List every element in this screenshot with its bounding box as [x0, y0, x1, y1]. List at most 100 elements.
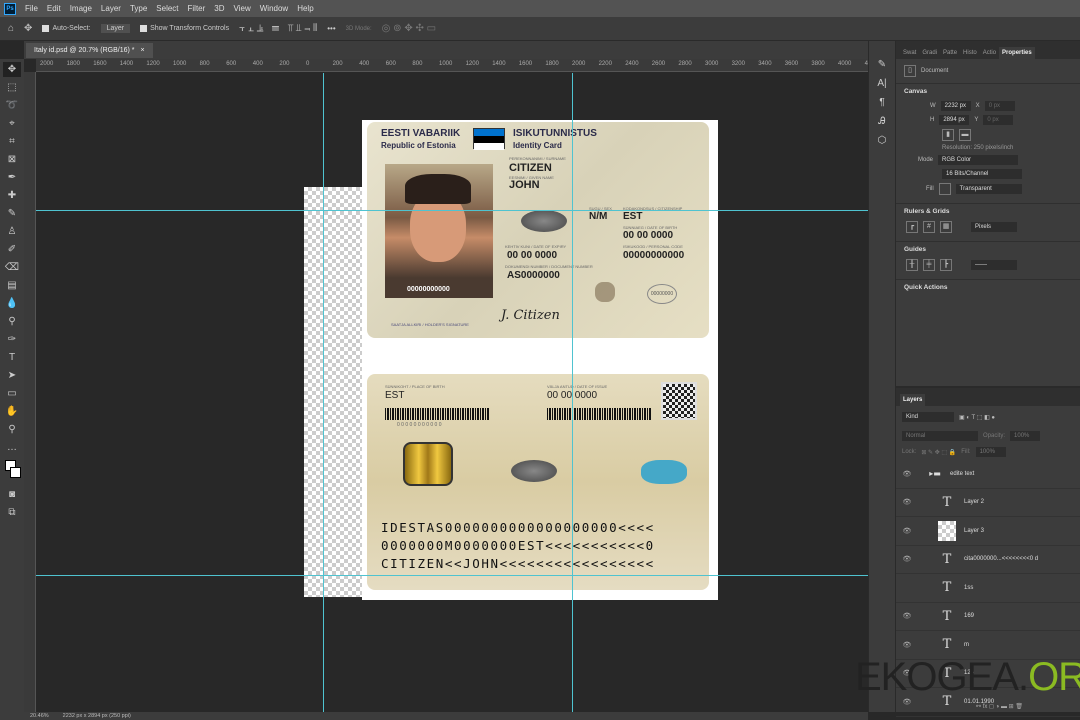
menu-file[interactable]: File [25, 4, 38, 13]
fill-field[interactable]: 100% [975, 447, 1006, 457]
layer-row[interactable]: 👁 T Layer 2 [896, 489, 1080, 517]
guides-icon[interactable]: ╫ [906, 259, 918, 271]
tab-history[interactable]: Histo [960, 47, 980, 59]
menu-type[interactable]: Type [130, 4, 147, 13]
fill-swatch[interactable] [938, 183, 951, 195]
layer-row[interactable]: T 1ss [896, 574, 1080, 603]
tab-swatches[interactable]: Swat [900, 47, 919, 59]
filter-icons[interactable]: ▣ ◐ T ⬚ ◧ ● [959, 414, 995, 421]
tab-layers[interactable]: Layers [900, 394, 926, 406]
blend-mode-dropdown[interactable]: Normal [902, 431, 978, 441]
brush-tool-icon[interactable]: ✎ [3, 206, 21, 221]
menu-layer[interactable]: Layer [101, 4, 121, 13]
visibility-eye-icon[interactable]: 👁 [896, 527, 918, 535]
guide-vertical[interactable] [323, 73, 324, 712]
history-brush-icon[interactable]: ✐ [3, 242, 21, 257]
blur-tool-icon[interactable]: 💧 [3, 296, 21, 311]
menu-3d[interactable]: 3D [214, 4, 224, 13]
align-icons[interactable]: ⫟ ⫠ ⫡ ☰ ⫪ ⫫ ⫬ ⫴ [239, 23, 317, 34]
quick-mask-icon[interactable]: ◙ [3, 487, 21, 502]
character-icon[interactable]: A| [877, 78, 886, 89]
guide-horizontal[interactable] [36, 575, 868, 576]
3d-icon[interactable]: ⬡ [878, 135, 887, 146]
gradient-tool-icon[interactable]: ▤ [3, 278, 21, 293]
quick-select-tool-icon[interactable]: ⌖ [3, 116, 21, 131]
height-field[interactable]: 2894 px [939, 115, 970, 125]
menu-filter[interactable]: Filter [188, 4, 206, 13]
menu-help[interactable]: Help [297, 4, 313, 13]
canvas-section[interactable]: Canvas [896, 83, 1080, 99]
menu-image[interactable]: Image [70, 4, 92, 13]
fill-dropdown[interactable]: Transparent [955, 184, 1022, 194]
zoom-tool-icon[interactable]: ⚲ [3, 422, 21, 437]
lock-icons[interactable]: ⊠ ✎ ✥ ⬚ 🔒 [921, 449, 956, 456]
portrait-icon[interactable]: ▮ [942, 129, 954, 141]
menu-view[interactable]: View [234, 4, 251, 13]
more-options-button[interactable]: ••• [327, 24, 335, 33]
screen-mode-icon[interactable]: ⧉ [3, 505, 21, 520]
glyphs-icon[interactable]: Ꭿ [878, 116, 885, 127]
hand-tool-icon[interactable]: ✋ [3, 404, 21, 419]
visibility-eye-icon[interactable]: 👁 [896, 470, 918, 478]
eraser-tool-icon[interactable]: ⌫ [3, 260, 21, 275]
guides-section[interactable]: Guides [896, 241, 1080, 257]
layer-row[interactable]: 👁 ▸▬ edite text [896, 460, 1080, 489]
crop-tool-icon[interactable]: ⌗ [3, 134, 21, 149]
clone-stamp-icon[interactable]: ♙ [3, 224, 21, 239]
grid-icon[interactable]: # [923, 221, 935, 233]
menu-window[interactable]: Window [260, 4, 288, 13]
type-tool-icon[interactable]: T [3, 350, 21, 365]
lasso-tool-icon[interactable]: ➰ [3, 98, 21, 113]
marquee-tool-icon[interactable]: ⬚ [3, 80, 21, 95]
layer-row[interactable]: 👁 Layer 3 [896, 517, 1080, 546]
auto-select-checkbox[interactable]: Auto-Select: [42, 25, 91, 32]
layer-row[interactable]: 👁 Tcita0000000...<<<<<<<<0 d [896, 546, 1080, 574]
ruler-icon[interactable]: ┏ [906, 221, 918, 233]
bit-depth-dropdown[interactable]: 16 Bits/Channel [942, 169, 1022, 179]
units-dropdown[interactable]: Pixels [971, 222, 1017, 232]
eyedropper-tool-icon[interactable]: ✒ [3, 170, 21, 185]
brush-settings-icon[interactable]: ✎ [878, 59, 886, 70]
show-transform-checkbox[interactable]: Show Transform Controls [140, 25, 229, 32]
path-select-icon[interactable]: ➤ [3, 368, 21, 383]
width-field[interactable]: 2232 px [940, 101, 971, 111]
dodge-tool-icon[interactable]: ⚲ [3, 314, 21, 329]
frame-tool-icon[interactable]: ⊠ [3, 152, 21, 167]
x-field[interactable]: 0 px [984, 101, 1015, 111]
paragraph-icon[interactable]: ¶ [879, 97, 884, 108]
y-field[interactable]: 0 px [983, 115, 1014, 125]
rectangle-tool-icon[interactable]: ▭ [3, 386, 21, 401]
visibility-eye-icon[interactable]: 👁 [896, 641, 918, 649]
pixel-grid-icon[interactable]: ▦ [940, 221, 952, 233]
move-tool-icon[interactable]: ✥ [3, 62, 21, 77]
zoom-level[interactable]: 20.46% [30, 713, 49, 719]
kind-filter[interactable]: Kind [902, 412, 954, 422]
visibility-eye-icon[interactable]: 👁 [896, 498, 918, 506]
layer-select[interactable]: Layer [100, 24, 131, 33]
menu-edit[interactable]: Edit [47, 4, 61, 13]
more-tools-icon[interactable]: … [3, 440, 21, 455]
color-swatches-icon[interactable] [3, 458, 21, 484]
layer-row[interactable]: 👁 T 169 [896, 603, 1080, 631]
visibility-eye-icon[interactable]: 👁 [896, 612, 918, 620]
3d-tools-icons[interactable]: ◎ ⊚ ✥ ✣ ▭ [382, 23, 436, 34]
tab-actions[interactable]: Actio [980, 47, 999, 59]
guide-horizontal[interactable] [36, 210, 868, 211]
document-tab[interactable]: Italy id.psd @ 20.7% (RGB/16) * × [26, 43, 153, 58]
canvas-area[interactable]: EESTI VABARIIK Republic of Estonia ISIKU… [36, 73, 868, 712]
smart-guides-icon[interactable]: ┣ [940, 259, 952, 271]
rulers-grids-section[interactable]: Rulers & Grids [896, 203, 1080, 219]
mode-dropdown[interactable]: RGB Color [938, 155, 1019, 165]
quick-actions-section[interactable]: Quick Actions [896, 279, 1080, 295]
guide-style-dropdown[interactable]: —— [971, 260, 1017, 270]
tab-properties[interactable]: Properties [999, 47, 1035, 59]
layers-footer-icons[interactable]: ⚯ fx ◻ ◑ ▬ ⊞ 🗑 [966, 701, 1033, 712]
guide-vertical[interactable] [572, 73, 573, 712]
opacity-field[interactable]: 100% [1010, 431, 1041, 441]
menu-select[interactable]: Select [156, 4, 178, 13]
tab-gradients[interactable]: Gradi [919, 47, 940, 59]
pen-tool-icon[interactable]: ✑ [3, 332, 21, 347]
close-tab-icon[interactable]: × [140, 47, 144, 54]
move-tool-icon[interactable]: ✥ [24, 23, 32, 34]
healing-brush-icon[interactable]: ✚ [3, 188, 21, 203]
